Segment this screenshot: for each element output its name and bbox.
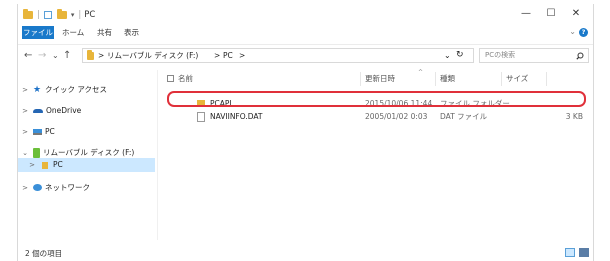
large-icons-view-button[interactable] — [579, 248, 589, 257]
toolbar-divider: | — [37, 9, 40, 20]
address-dropdown-chevron-icon[interactable]: ⌄ — [444, 49, 451, 62]
column-header-type[interactable]: 種類 — [440, 72, 455, 86]
expand-chevron-icon[interactable]: > — [21, 83, 29, 97]
navigation-pane: > ★ クイック アクセス > OneDrive > PC ⌄ リムーバブル デ… — [18, 70, 155, 240]
sidebar-item-label: PC — [53, 160, 63, 169]
expand-chevron-icon[interactable]: > — [21, 181, 29, 195]
select-all-checkbox[interactable] — [167, 75, 174, 82]
search-icon[interactable] — [576, 52, 584, 60]
file-icon — [197, 112, 205, 122]
title-bar: | ▾ | PC — ☐ ✕ — [18, 4, 593, 25]
address-bar[interactable]: > リムーバブル ディスク (F:) > PC > ⌄ ↻ — [82, 48, 474, 63]
expand-ribbon-chevron-icon[interactable]: ⌄ — [569, 27, 576, 36]
item-count: 2 個の項目 — [25, 249, 63, 258]
folder-icon — [23, 8, 33, 19]
status-bar: 2 個の項目 — [18, 245, 593, 261]
breadcrumb-separator[interactable]: > — [214, 49, 220, 62]
file-name: NAVIINFO.DAT — [210, 112, 263, 121]
details-view-button[interactable] — [565, 248, 575, 257]
expand-chevron-icon[interactable]: > — [21, 104, 29, 118]
tab-share[interactable]: 共有 — [97, 26, 112, 39]
pane-divider[interactable] — [157, 70, 158, 240]
quick-access-toolbar: | ▾ | PC — [23, 8, 96, 20]
sidebar-item-onedrive[interactable]: > OneDrive — [18, 104, 155, 118]
sidebar-item-label: PC — [45, 127, 55, 136]
column-divider[interactable] — [360, 72, 361, 86]
tab-home[interactable]: ホーム — [62, 26, 84, 39]
sidebar-item-quick-access[interactable]: > ★ クイック アクセス — [18, 83, 155, 97]
network-icon — [33, 184, 42, 191]
sort-indicator: ^ — [418, 69, 424, 76]
tab-view[interactable]: 表示 — [124, 26, 139, 39]
cloud-icon — [33, 109, 43, 113]
toolbar-divider: | — [78, 9, 82, 20]
properties-icon[interactable] — [43, 10, 52, 19]
up-button[interactable]: ↑ — [63, 50, 71, 61]
forward-button[interactable]: → — [38, 50, 46, 61]
expand-chevron-icon[interactable]: > — [28, 158, 36, 172]
column-divider[interactable] — [435, 72, 436, 86]
back-button[interactable]: ← — [24, 50, 32, 61]
sidebar-item-label: クイック アクセス — [45, 85, 108, 94]
ribbon-tabs: ファイル ホーム 共有 表示 ⌄ ? — [18, 25, 593, 41]
recent-locations-button[interactable]: ⌄ — [52, 51, 59, 60]
address-row: ← → ⌄ ↑ > リムーバブル ディスク (F:) > PC > ⌄ ↻ PC… — [18, 44, 593, 67]
star-icon: ★ — [33, 85, 42, 95]
sidebar-item-label: ネットワーク — [45, 183, 90, 192]
folder-icon — [87, 50, 94, 60]
file-type: DAT ファイル — [440, 112, 488, 121]
expand-chevron-icon[interactable]: > — [21, 125, 29, 139]
table-row[interactable]: NAVIINFO.DAT 2005/01/02 0:03 DAT ファイル 3 … — [161, 110, 591, 123]
column-header-modified[interactable]: 更新日時 — [365, 72, 395, 86]
column-divider[interactable] — [501, 72, 502, 86]
tab-file[interactable]: ファイル — [22, 26, 54, 39]
explorer-window: | ▾ | PC — ☐ ✕ ファイル ホーム 共有 表示 ⌄ ? ← → ⌄ … — [17, 4, 594, 261]
highlight-annotation — [167, 91, 586, 107]
breadcrumb-separator[interactable]: > — [98, 49, 104, 62]
search-input[interactable]: PCの検索 — [485, 49, 515, 62]
column-header-name[interactable]: 名前 — [178, 72, 193, 86]
usb-drive-icon — [33, 148, 40, 158]
new-folder-icon[interactable] — [56, 8, 67, 19]
maximize-button[interactable]: ☐ — [539, 6, 563, 22]
window-title: PC — [84, 9, 96, 20]
sidebar-item-pc-folder[interactable]: > PC — [18, 158, 155, 172]
file-modified: 2005/01/02 0:03 — [365, 112, 428, 121]
sidebar-item-label: OneDrive — [46, 106, 82, 115]
search-box[interactable]: PCの検索 — [479, 48, 589, 63]
customize-toolbar-chevron-icon[interactable]: ▾ — [71, 11, 75, 19]
column-header-size[interactable]: サイズ — [506, 72, 528, 86]
breadcrumb-pc[interactable]: PC — [223, 49, 233, 62]
breadcrumb-separator[interactable]: > — [239, 49, 245, 62]
help-icon[interactable]: ? — [579, 28, 588, 37]
column-divider[interactable] — [546, 72, 547, 86]
breadcrumb-drive[interactable]: リムーバブル ディスク (F:) — [107, 49, 198, 62]
minimize-button[interactable]: — — [514, 6, 538, 22]
folder-icon — [42, 162, 48, 169]
refresh-icon[interactable]: ↻ — [456, 49, 464, 62]
sidebar-item-network[interactable]: > ネットワーク — [18, 181, 155, 195]
sidebar-item-pc[interactable]: > PC — [18, 125, 155, 139]
computer-icon — [33, 129, 42, 135]
file-size: 3 KB — [565, 112, 583, 121]
close-button[interactable]: ✕ — [564, 6, 588, 22]
